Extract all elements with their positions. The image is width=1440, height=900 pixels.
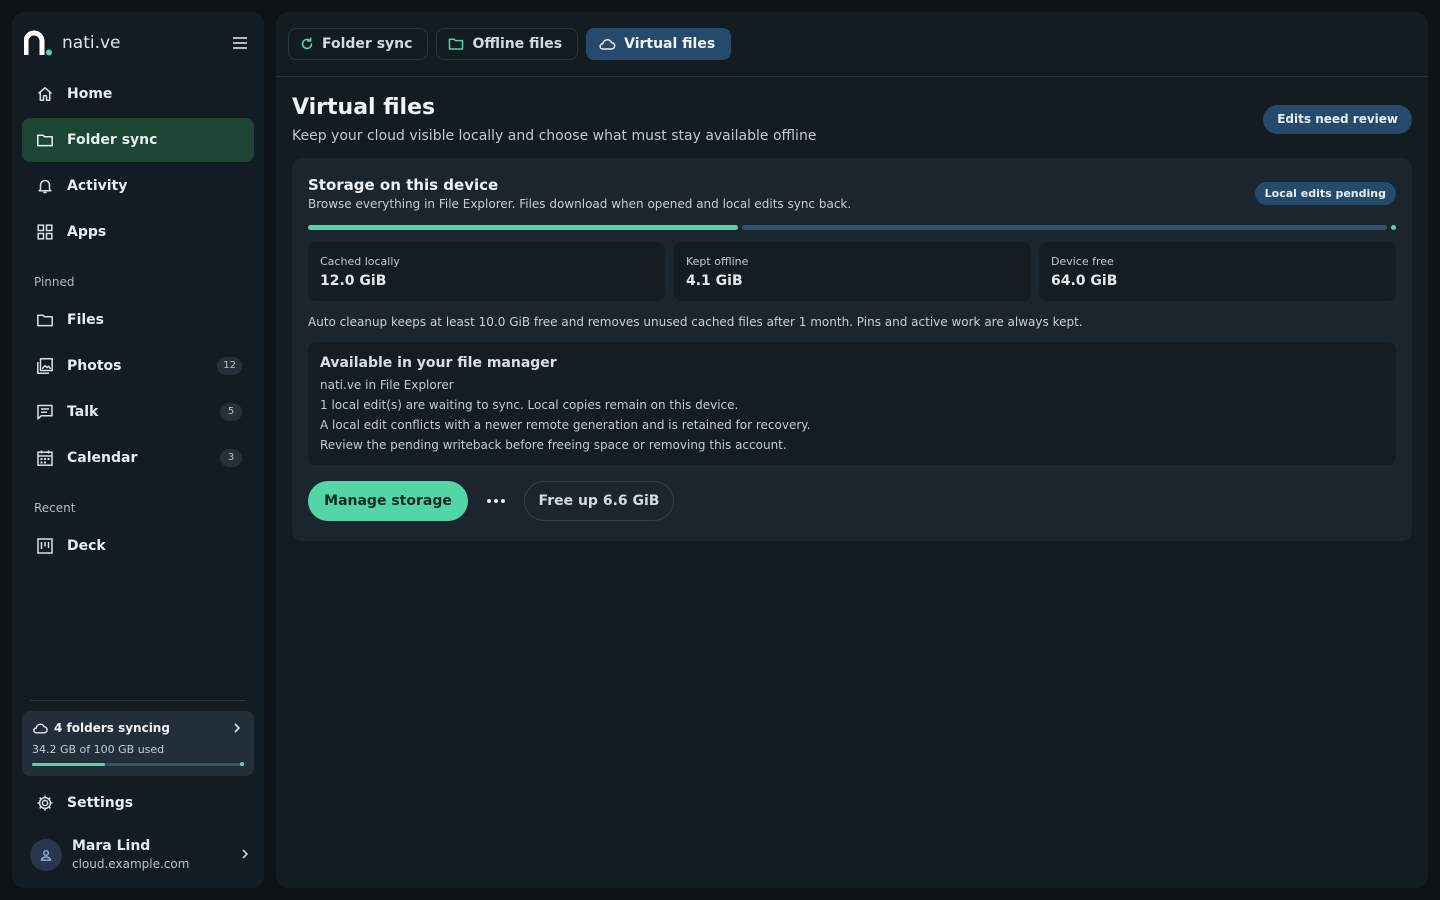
nav-item-settings[interactable]: Settings [22,781,254,825]
tab-virtual-files[interactable]: Virtual files [586,28,732,60]
nav-item-files[interactable]: Files [22,298,254,342]
stat-label: Kept offline [686,255,749,268]
sync-usage-text: 34.2 GB of 100 GB used [32,743,165,756]
calendar-icon [35,448,55,468]
section-label-recent: Recent [34,501,76,515]
brand: nati.ve [24,28,252,58]
file-manager-line: Review the pending writeback before free… [320,438,787,452]
nav-item-label: Photos [67,358,122,374]
tab-label: Offline files [472,36,563,52]
storage-usage-bar-end-marker [1391,225,1396,230]
nav-item-apps[interactable]: Apps [22,210,254,254]
file-manager-line: 1 local edit(s) are waiting to sync. Loc… [320,398,739,412]
user-profile[interactable]: Mara Lind cloud.example.com [30,836,250,876]
stat-label: Device free [1051,255,1114,268]
gear-icon [35,793,55,813]
sync-usage-bar-end-marker [240,762,244,766]
tab-label: Virtual files [624,36,716,52]
tab-offline-files[interactable]: Offline files [436,28,579,60]
file-manager-line: nati.ve in File Explorer [320,378,454,392]
nav-item-label: Activity [67,178,128,194]
free-up-space-button[interactable]: Free up 6.6 GiB [524,481,674,521]
more-options-icon[interactable] [482,489,510,513]
file-manager-info-box: Available in your file manager nati.ve i… [308,342,1396,465]
storage-usage-bar-cached [308,225,738,230]
refresh-icon [300,37,314,51]
nav-item-deck[interactable]: Deck [22,524,254,568]
cloud-icon [32,721,48,735]
local-edits-pending-badge: Local edits pending [1254,182,1396,205]
storage-card-subtitle: Browse everything in File Explorer. File… [308,197,852,211]
sync-usage-bar-fill [32,763,105,766]
nav-item-folder-sync[interactable]: Folder sync [22,118,254,162]
profile-name: Mara Lind [72,838,151,854]
auto-cleanup-note: Auto cleanup keeps at least 10.0 GiB fre… [308,315,1083,329]
main-panel: Folder sync Offline files Virtual files … [276,12,1428,888]
nav-item-label: Apps [67,224,107,240]
notification-count-badge: 3 [220,449,242,467]
chat-icon [35,402,55,422]
nav-item-photos[interactable]: Photos 12 [22,344,254,388]
nav-item-home[interactable]: Home [22,72,254,116]
sync-status-title: 4 folders syncing [54,721,170,735]
nav-item-activity[interactable]: Activity [22,164,254,208]
sidebar-divider [30,700,246,701]
storage-usage-bar [308,225,1396,230]
stat-label: Cached locally [320,255,400,268]
photos-icon [35,356,55,376]
chevron-right-icon [240,848,250,860]
sync-status-card[interactable]: 4 folders syncing 34.2 GB of 100 GB used [22,711,254,776]
tab-label: Folder sync [322,36,413,52]
chevron-right-icon [232,722,242,734]
file-manager-line: A local edit conflicts with a newer remo… [320,418,811,432]
stat-value: 4.1 GiB [686,273,743,289]
brand-logo-icon [24,29,54,57]
nav-item-label: Deck [67,538,106,554]
tab-folder-sync[interactable]: Folder sync [288,28,429,60]
hamburger-menu-icon[interactable] [230,33,250,53]
storage-card: Storage on this device Browse everything… [292,158,1412,541]
notification-count-badge: 5 [220,403,242,421]
nav-item-label: Home [67,86,113,102]
tab-bar: Folder sync Offline files Virtual files [288,28,732,60]
nav-item-label: Folder sync [67,132,158,148]
cloud-icon [598,37,616,51]
apps-grid-icon [35,222,55,242]
brand-name: nati.ve [62,33,121,53]
notification-count-badge: 12 [217,357,242,375]
nav-item-label: Settings [67,795,134,811]
deck-icon [35,536,55,556]
stat-value: 12.0 GiB [320,273,387,289]
stat-device-free: Device free 64.0 GiB [1039,242,1396,301]
home-icon [35,84,55,104]
tab-bar-divider [276,76,1428,77]
sync-usage-bar [32,762,244,766]
profile-host: cloud.example.com [72,857,190,871]
storage-card-title: Storage on this device [308,176,499,194]
page-subtitle: Keep your cloud visible locally and choo… [292,128,817,144]
storage-usage-bar-remaining [742,225,1387,230]
stat-value: 64.0 GiB [1051,273,1118,289]
avatar [30,839,62,871]
page-title: Virtual files [292,95,436,120]
folder-icon [35,310,55,330]
sidebar: nati.ve Home Folder sync Activity Apps P… [12,12,264,888]
stat-kept-offline: Kept offline 4.1 GiB [674,242,1031,301]
folder-icon [35,130,55,150]
nav-item-label: Files [67,312,104,328]
folder-icon [448,37,464,51]
nav-item-label: Talk [67,404,99,420]
stat-cached-locally: Cached locally 12.0 GiB [308,242,665,301]
edits-review-badge[interactable]: Edits need review [1263,105,1412,134]
nav-item-label: Calendar [67,450,138,466]
file-manager-heading: Available in your file manager [320,355,557,371]
section-label-pinned: Pinned [34,275,75,289]
nav-item-calendar[interactable]: Calendar 3 [22,436,254,480]
user-icon [40,850,52,861]
bell-icon [35,176,55,196]
nav-item-talk[interactable]: Talk 5 [22,390,254,434]
manage-storage-button[interactable]: Manage storage [308,481,468,521]
